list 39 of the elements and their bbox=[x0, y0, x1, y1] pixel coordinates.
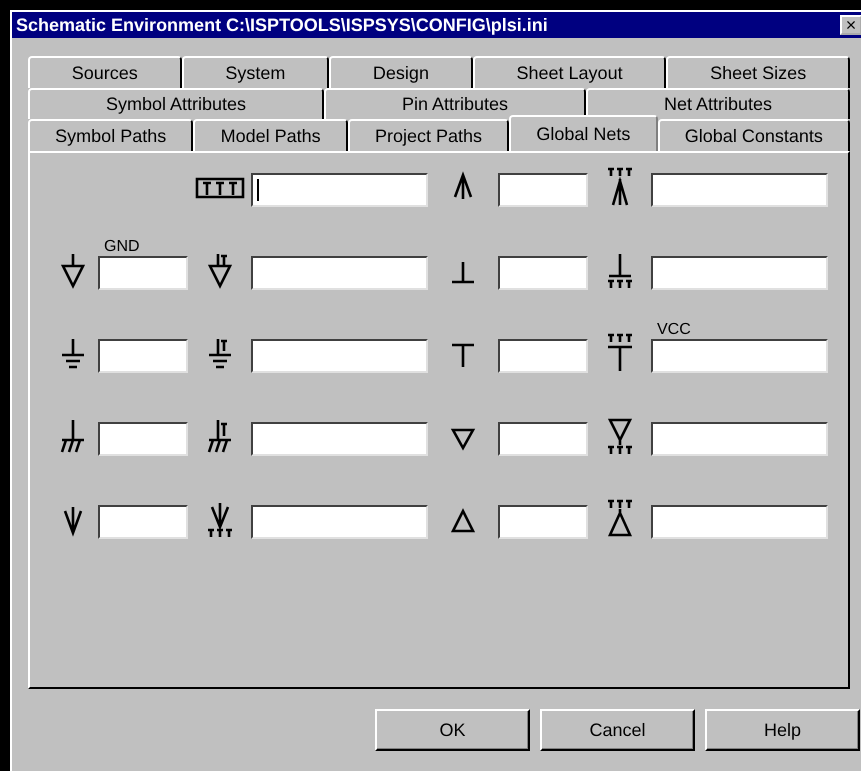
net-name-field[interactable] bbox=[651, 173, 828, 207]
net-name-field[interactable] bbox=[98, 339, 188, 373]
net-name-field[interactable] bbox=[98, 422, 188, 456]
tab[interactable]: System bbox=[182, 56, 330, 88]
net-name-field[interactable] bbox=[251, 339, 428, 373]
net-name-field[interactable] bbox=[651, 256, 828, 290]
tab[interactable]: Pin Attributes bbox=[324, 88, 586, 119]
net-name-field[interactable] bbox=[498, 339, 588, 373]
tab[interactable]: Symbol Attributes bbox=[28, 88, 324, 119]
net-name-field[interactable] bbox=[251, 173, 428, 207]
net-name-field[interactable] bbox=[251, 505, 428, 539]
tab[interactable]: Global Constants bbox=[658, 119, 850, 151]
dialog-button[interactable]: Cancel bbox=[540, 709, 695, 751]
net-name-field[interactable] bbox=[651, 339, 828, 373]
net-name-field[interactable] bbox=[98, 256, 188, 290]
window-title: Schematic Environment C:\ISPTOOLS\ISPSYS\CONFIG\plsi.ini bbox=[16, 14, 548, 36]
net-name-field[interactable] bbox=[498, 505, 588, 539]
tab[interactable]: Sheet Layout bbox=[472, 56, 666, 88]
net-name-field[interactable] bbox=[498, 173, 588, 207]
tab[interactable]: Sources bbox=[28, 56, 182, 88]
tab[interactable]: Symbol Paths bbox=[28, 119, 194, 151]
net-name-field[interactable] bbox=[251, 256, 428, 290]
net-name-field[interactable] bbox=[498, 422, 588, 456]
tab[interactable]: Sheet Sizes bbox=[666, 56, 850, 88]
net-name-field[interactable] bbox=[651, 505, 828, 539]
tab[interactable]: Model Paths bbox=[193, 119, 348, 151]
net-name-field[interactable] bbox=[251, 422, 428, 456]
close-button[interactable]: × bbox=[840, 15, 861, 35]
net-name-field[interactable] bbox=[498, 256, 588, 290]
net-name-field[interactable] bbox=[98, 505, 188, 539]
dialog-button[interactable]: Help bbox=[705, 709, 860, 751]
tab[interactable]: Design bbox=[329, 56, 473, 88]
tab[interactable]: Global Nets bbox=[509, 115, 658, 151]
net-label: GND bbox=[104, 238, 140, 255]
tab[interactable]: Net Attributes bbox=[586, 88, 850, 119]
net-label: VCC bbox=[657, 321, 691, 338]
dialog-button[interactable]: OK bbox=[375, 709, 530, 751]
net-name-field[interactable] bbox=[651, 422, 828, 456]
tab[interactable]: Project Paths bbox=[348, 119, 510, 151]
